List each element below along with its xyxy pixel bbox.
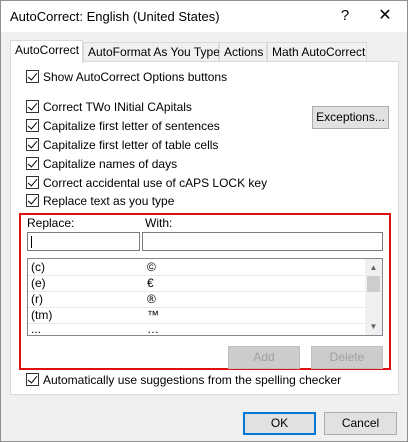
title-bar: AutoCorrect: English (United States) ? ✕ [1, 1, 407, 32]
checkbox-checked[interactable] [26, 157, 39, 170]
checkbox-checked[interactable] [26, 70, 39, 83]
entry-with: … [147, 322, 159, 336]
checkbox-label: Correct accidental use of cAPS LOCK key [43, 176, 268, 190]
help-icon[interactable]: ? [329, 3, 361, 29]
checkbox-label: Capitalize first letter of sentences [43, 119, 220, 133]
list-item[interactable]: (e) € [28, 275, 366, 291]
exceptions-button[interactable]: Exceptions... [312, 106, 389, 129]
checkbox-checked[interactable] [26, 100, 39, 113]
entry-with: © [147, 260, 156, 274]
replace-input[interactable] [27, 232, 140, 251]
ok-button[interactable]: OK [243, 412, 316, 435]
checkbox-checked[interactable] [26, 119, 39, 132]
tab-actions[interactable]: Actions [219, 42, 267, 62]
autocorrect-dialog: AutoCorrect: English (United States) ? ✕… [0, 0, 408, 442]
checkbox-checked[interactable] [26, 138, 39, 151]
entry-with: ™ [147, 308, 159, 322]
entry-replace: (c) [31, 260, 45, 274]
with-input[interactable] [142, 232, 383, 251]
cancel-button[interactable]: Cancel [324, 412, 397, 435]
window-title: AutoCorrect: English (United States) [10, 9, 220, 24]
list-scrollbar[interactable]: ▲ ▼ [365, 259, 382, 335]
scroll-thumb[interactable] [367, 276, 380, 292]
scroll-up-icon[interactable]: ▲ [365, 259, 382, 276]
text-caret [31, 236, 32, 248]
delete-button[interactable]: Delete [311, 346, 383, 369]
checkbox-label: Capitalize names of days [43, 157, 178, 171]
checkbox-checked[interactable] [26, 194, 39, 207]
list-item[interactable]: (c) © [28, 259, 366, 275]
entry-replace: (r) [31, 292, 43, 306]
checkbox-label: Correct TWo INitial CApitals [43, 100, 192, 114]
checkbox-label: Replace text as you type [43, 194, 175, 208]
scroll-down-icon[interactable]: ▼ [365, 318, 382, 335]
replace-label: Replace: [27, 216, 75, 230]
checkbox-checked[interactable] [26, 373, 39, 386]
entry-with: € [147, 276, 154, 290]
entry-replace: (tm) [31, 308, 53, 322]
entry-replace: (e) [31, 276, 46, 290]
tab-math-autocorrect[interactable]: Math AutoCorrect [267, 42, 367, 62]
checkbox-checked[interactable] [26, 176, 39, 189]
tab-autoformat-as-you-type[interactable]: AutoFormat As You Type [83, 42, 220, 62]
with-label: With: [145, 216, 173, 230]
checkbox-label: Capitalize first letter of table cells [43, 138, 219, 152]
close-icon[interactable]: ✕ [369, 3, 401, 29]
checkbox-label: Automatically use suggestions from the s… [43, 373, 342, 387]
list-item[interactable]: (r) ® [28, 291, 366, 307]
add-button[interactable]: Add [228, 346, 300, 369]
entry-replace: ... [31, 322, 42, 336]
checkbox-label: Show AutoCorrect Options buttons [43, 70, 228, 84]
entry-with: ® [147, 292, 156, 306]
list-item[interactable]: ... … [28, 321, 366, 336]
autocorrect-entries-list[interactable]: (c) © (e) € (r) ® (tm) ™ ... … ▲ ▼ [27, 258, 383, 336]
tab-autocorrect[interactable]: AutoCorrect [10, 40, 83, 63]
